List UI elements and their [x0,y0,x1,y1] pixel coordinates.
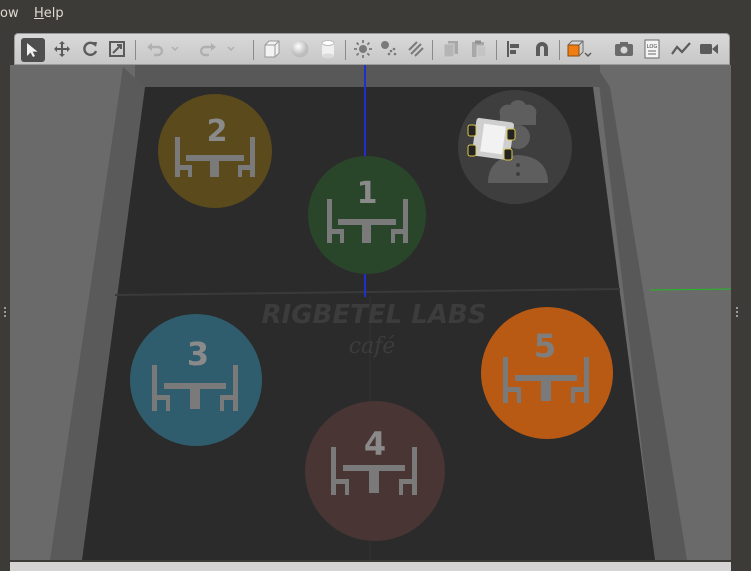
table-marker-5: 5 [481,307,613,439]
snap-magnet-icon[interactable] [530,37,554,61]
redo-icon[interactable] [196,37,220,61]
plot-icon[interactable] [669,37,693,61]
bottom-bar [0,560,751,571]
directional-light-icon[interactable] [404,37,428,61]
log-badge-text: LOG [647,44,658,50]
scene-canvas: 2 1 RIGBETEL LABS café 3 5 4 [10,65,731,560]
menu-bar: ow Help [0,0,751,28]
table-marker-3: 3 [130,314,262,446]
timeline-panel-edge [10,562,731,571]
box-shape-icon[interactable] [260,37,284,61]
table-1-label: 1 [357,176,378,211]
table-5-label: 5 [534,327,556,365]
menu-window-label: ow [0,6,19,21]
toolbar-separator [432,40,433,60]
right-panel-splitter[interactable] [736,305,739,323]
screenshot-icon[interactable] [612,37,636,61]
undo-history-icon[interactable] [168,37,182,61]
menu-help-label: elp [43,6,64,21]
undo-icon[interactable] [143,37,167,61]
toolbar: LOG [14,33,730,65]
table-3-label: 3 [187,335,209,373]
align-icon[interactable] [502,37,526,61]
toolbar-separator [253,40,254,60]
scale-icon[interactable] [105,37,129,61]
logo-line-2: café [349,334,396,359]
logo-line-1: RIGBETEL LABS [262,300,487,330]
kitchen-chef-marker [458,90,572,204]
table-marker-1: 1 [308,156,426,274]
table-4-label: 4 [364,425,386,463]
table-marker-2: 2 [158,94,272,208]
point-light-icon[interactable] [351,37,375,61]
cylinder-shape-icon[interactable] [316,37,340,61]
menu-help-accel: H [34,6,44,21]
translate-icon[interactable] [50,37,74,61]
toolbar-separator [496,40,497,60]
table-marker-4: 4 [305,401,445,541]
view-angle-icon[interactable] [564,37,594,61]
toolbar-separator [345,40,346,60]
left-panel-splitter[interactable] [4,305,7,323]
redo-history-icon[interactable] [224,37,238,61]
sphere-shape-icon[interactable] [288,37,312,61]
back-wall-top [135,65,600,87]
toolbar-separator [559,40,560,60]
menu-window[interactable]: ow [0,6,19,21]
toolbar-separator [135,40,136,60]
copy-icon[interactable] [439,37,463,61]
menu-help[interactable]: Help [34,6,64,21]
rotate-icon[interactable] [78,37,102,61]
log-icon[interactable]: LOG [640,37,664,61]
select-arrow-icon[interactable] [21,38,45,62]
table-2-label: 2 [207,114,228,149]
paste-icon[interactable] [467,37,491,61]
spot-light-icon[interactable] [377,37,401,61]
record-video-icon[interactable] [697,37,721,61]
3d-viewport[interactable]: 2 1 RIGBETEL LABS café 3 5 4 [10,65,731,560]
